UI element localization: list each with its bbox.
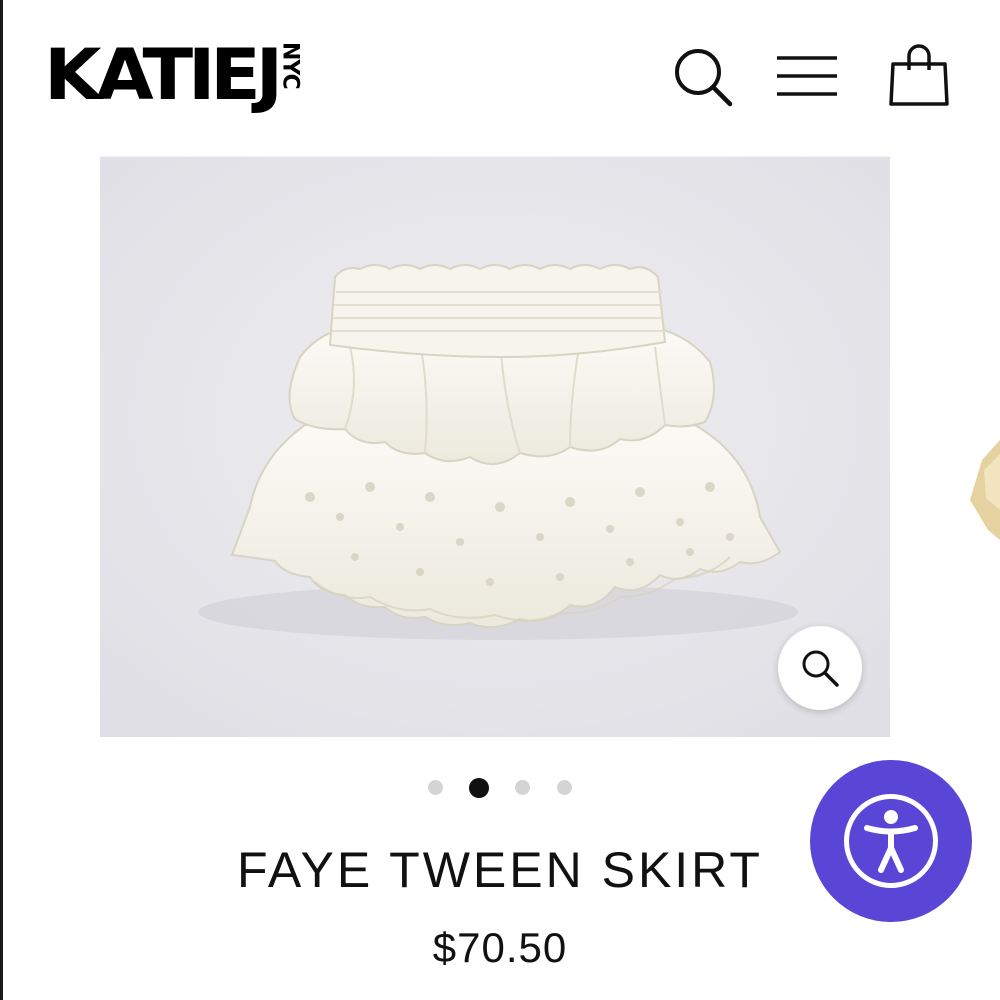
pagination-dot[interactable]	[515, 780, 530, 795]
brand-logo[interactable]: KATIEJ NYC	[44, 34, 303, 116]
shopping-bag-icon	[889, 44, 949, 106]
pagination-dot[interactable]	[428, 780, 443, 795]
menu-icon	[777, 56, 837, 96]
product-image-skirt	[100, 157, 890, 737]
pagination-dot-active[interactable]	[469, 778, 489, 798]
pagination-dot[interactable]	[557, 780, 572, 795]
accessibility-icon-ring	[844, 794, 938, 888]
zoom-button[interactable]	[778, 626, 862, 710]
cart-button[interactable]	[887, 44, 951, 108]
zoom-icon	[802, 650, 839, 687]
search-icon	[675, 49, 733, 107]
menu-button[interactable]	[775, 44, 839, 108]
logo-wordmark: KATIEJ	[44, 34, 283, 116]
next-image-peek[interactable]	[962, 440, 1000, 550]
logo-subtext: NYC	[277, 42, 303, 89]
search-button[interactable]	[670, 44, 734, 108]
product-price: $70.50	[432, 924, 568, 971]
accessibility-widget-button[interactable]	[810, 760, 972, 922]
site-header: KATIEJ NYC	[0, 0, 1000, 150]
product-image-carousel[interactable]	[100, 157, 890, 737]
accessibility-icon	[864, 810, 918, 873]
